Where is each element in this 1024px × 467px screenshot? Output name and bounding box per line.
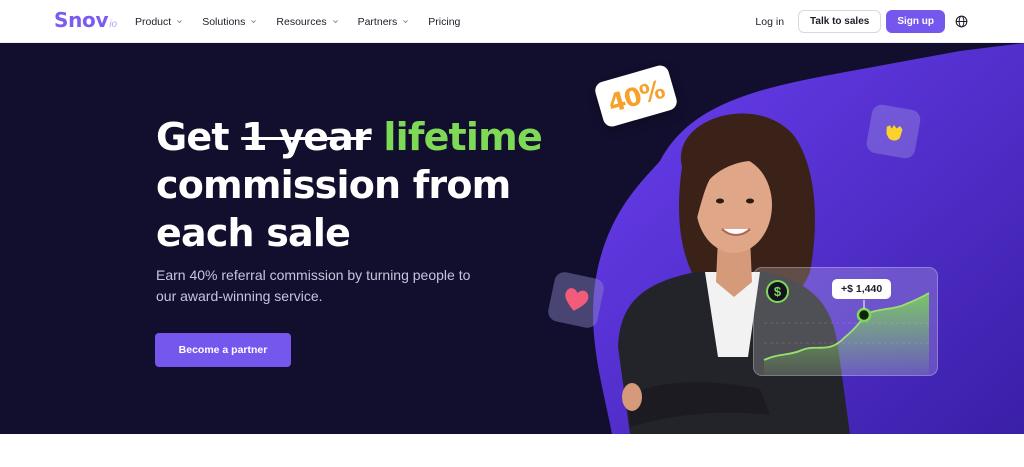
menu-item-product[interactable]: Product bbox=[135, 16, 183, 28]
chevron-down-icon bbox=[177, 20, 183, 24]
menu-item-label: Resources bbox=[276, 15, 327, 28]
logo-text: Snov bbox=[54, 8, 109, 32]
menu-item-label: Pricing bbox=[428, 15, 461, 28]
menu-item-solutions[interactable]: Solutions bbox=[202, 16, 257, 28]
heart-icon bbox=[546, 270, 606, 330]
snov-logo[interactable]: Snov io bbox=[54, 8, 117, 34]
logo-suffix: io bbox=[109, 19, 118, 30]
menu-item-resources[interactable]: Resources bbox=[276, 16, 338, 28]
headline-struck-text: 1 year bbox=[241, 115, 372, 159]
menu-item-label: Solutions bbox=[202, 15, 246, 28]
hand-icon bbox=[865, 103, 922, 160]
menu-item-partners[interactable]: Partners bbox=[358, 16, 410, 28]
menu-item-pricing[interactable]: Pricing bbox=[428, 16, 460, 28]
headline-prefix: Get bbox=[156, 115, 230, 159]
chevron-down-icon bbox=[403, 20, 409, 24]
hero-subtext: Earn 40% referral commission by turning … bbox=[156, 267, 471, 304]
menu-item-label: Partners bbox=[357, 15, 398, 28]
become-partner-button[interactable]: Become a partner bbox=[155, 333, 291, 367]
nav-actions: Log in Talk to sales Sign up bbox=[755, 0, 968, 43]
top-navbar: Snov io Product Solutions Resources Part… bbox=[0, 0, 1024, 43]
sign-up-button[interactable]: Sign up bbox=[886, 10, 945, 33]
chevron-down-icon bbox=[251, 20, 257, 24]
dollar-icon: $ bbox=[766, 280, 789, 303]
main-menu: Product Solutions Resources Partners Pri… bbox=[135, 0, 479, 43]
globe-icon[interactable] bbox=[955, 15, 968, 28]
login-link[interactable]: Log in bbox=[755, 16, 784, 28]
headline-highlight: lifetime bbox=[383, 115, 542, 159]
talk-to-sales-button[interactable]: Talk to sales bbox=[798, 10, 882, 33]
earnings-card: $ +$ 1,440 bbox=[753, 267, 938, 376]
hero-section: Get 1 year lifetime commission from each… bbox=[0, 43, 1024, 434]
page-below-fold bbox=[0, 434, 1024, 467]
menu-item-label: Product bbox=[135, 15, 172, 28]
headline-line-3: each sale bbox=[156, 211, 351, 255]
headline-line-2: commission from bbox=[156, 163, 511, 207]
businesswoman-photo bbox=[618, 113, 850, 434]
chevron-down-icon bbox=[332, 20, 338, 24]
hero-headline: Get 1 year lifetime commission from each… bbox=[156, 113, 576, 257]
earnings-amount: +$ 1,440 bbox=[832, 279, 892, 299]
